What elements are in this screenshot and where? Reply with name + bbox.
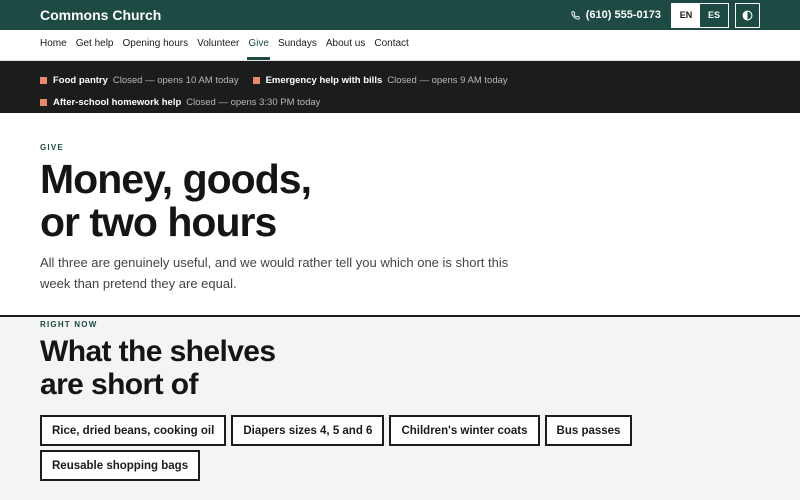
status-item-homework-help: After-school homework help Closed — open…	[40, 97, 320, 108]
nav-get-help[interactable]: Get help	[76, 30, 114, 61]
phone-icon	[571, 10, 580, 20]
status-service-note: Closed — opens 3:30 PM today	[186, 96, 321, 108]
lang-es-button[interactable]: ES	[700, 3, 728, 27]
need-chip: Diapers sizes 4, 5 and 6	[231, 415, 385, 446]
needs-section: RIGHT NOW What the shelves are short of …	[0, 317, 800, 500]
lang-en-button[interactable]: EN	[672, 3, 700, 27]
top-bar: Commons Church (610) 555-0173 EN ES	[0, 0, 800, 30]
need-chip: Reusable shopping bags	[40, 450, 201, 481]
language-switcher: EN ES	[671, 2, 729, 28]
status-service-note: Closed — opens 10 AM today	[112, 74, 239, 86]
need-chip: Children's winter coats	[389, 415, 540, 446]
status-item-food-pantry: Food pantry Closed — opens 10 AM today	[40, 75, 239, 86]
nav-volunteer[interactable]: Volunteer	[197, 30, 239, 61]
status-row: Food pantry Closed — opens 10 AM today E…	[40, 69, 760, 91]
needs-title-line-2: are short of	[40, 368, 198, 401]
service-status-bar: Food pantry Closed — opens 10 AM today E…	[0, 61, 800, 113]
give-hero: GIVE Money, goods, or two hours All thre…	[0, 113, 800, 317]
status-row: After-school homework help Closed — open…	[40, 91, 760, 113]
status-service-note: Closed — opens 9 AM today	[387, 74, 508, 86]
contrast-toggle-button[interactable]	[735, 2, 760, 28]
phone-link[interactable]: (610) 555-0173	[571, 9, 661, 21]
hero-subtitle: All three are genuinely useful, and we w…	[40, 255, 509, 291]
main-nav: Home Get help Opening hours Volunteer Gi…	[0, 30, 800, 61]
status-marker-icon	[40, 76, 47, 84]
page-title-line-2: or two hours	[40, 199, 277, 245]
nav-contact[interactable]: Contact	[374, 30, 408, 61]
status-service-name: Food pantry	[53, 74, 108, 86]
nav-home[interactable]: Home	[40, 30, 67, 61]
status-item-emergency-bills: Emergency help with bills Closed — opens…	[252, 74, 508, 86]
need-chip: Bus passes	[544, 415, 633, 446]
page-title-line-1: Money, goods,	[40, 156, 312, 202]
site-brand[interactable]: Commons Church	[40, 7, 161, 23]
nav-sundays[interactable]: Sundays	[278, 30, 317, 61]
status-service-name: Emergency help with bills	[265, 74, 383, 86]
nav-opening-hours[interactable]: Opening hours	[123, 30, 189, 61]
status-service-name: After-school homework help	[53, 96, 182, 108]
need-chip: Rice, dried beans, cooking oil	[40, 415, 227, 446]
needs-chip-list: Rice, dried beans, cooking oil Diapers s…	[40, 415, 640, 485]
page-title: Money, goods, or two hours	[40, 158, 760, 244]
needs-title: What the shelves are short of	[40, 335, 760, 401]
nav-give[interactable]: Give	[247, 30, 270, 61]
nav-about-us[interactable]: About us	[326, 30, 365, 61]
status-marker-icon	[252, 76, 260, 84]
top-bar-actions: (610) 555-0173 EN ES	[571, 2, 760, 28]
status-marker-icon	[40, 98, 47, 106]
needs-eyebrow: RIGHT NOW	[40, 320, 98, 329]
needs-title-line-1: What the shelves	[40, 335, 276, 368]
contrast-icon	[742, 10, 753, 20]
phone-number: (610) 555-0173	[585, 9, 661, 21]
hero-eyebrow: GIVE	[40, 143, 64, 152]
